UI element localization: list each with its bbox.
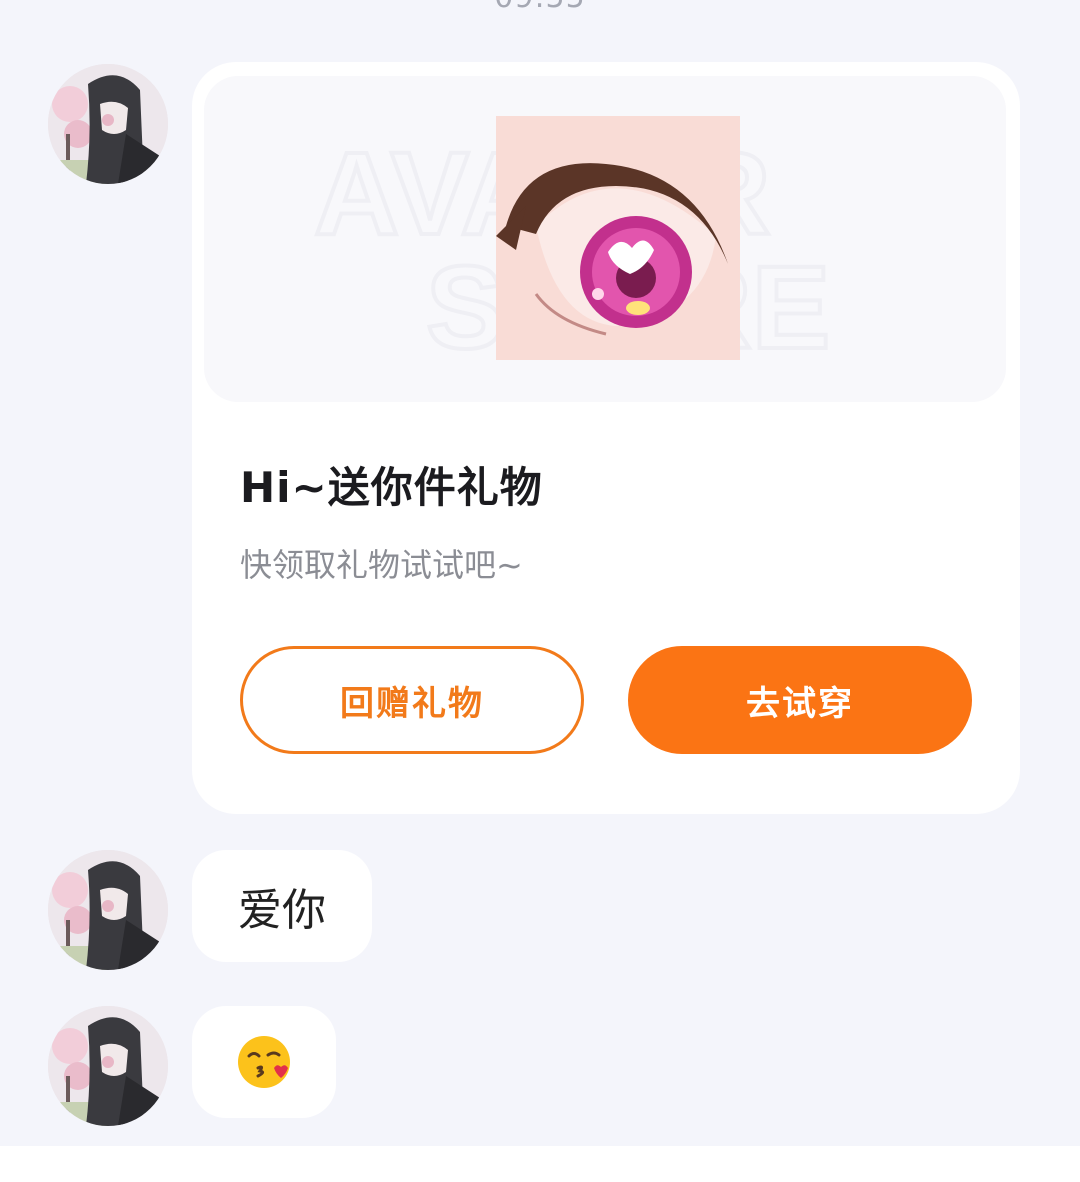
avatar[interactable] — [48, 1006, 168, 1126]
return-gift-button[interactable]: 回赠礼物 — [240, 646, 584, 754]
gift-title: Hi~送你件礼物 — [240, 463, 543, 512]
eye-item-image — [496, 116, 740, 360]
message-text: 爱你 — [238, 885, 326, 936]
avatar[interactable] — [48, 850, 168, 970]
avatar-image — [48, 1006, 168, 1126]
text-message-bubble[interactable]: 爱你 — [192, 850, 372, 962]
bottom-bar — [0, 1146, 1080, 1182]
try-on-button[interactable]: 去试穿 — [628, 646, 972, 754]
avatar[interactable] — [48, 64, 168, 184]
gift-subtitle: 快领取礼物试试吧~ — [240, 546, 523, 584]
gift-preview: AVATAR STORE — [204, 76, 1006, 402]
avatar-image — [48, 850, 168, 970]
message-timestamp: 09:55 — [0, 0, 1080, 15]
gift-message-card[interactable]: AVATAR STORE Hi~送你件礼物 快领取礼物试试吧~ 回赠礼物 去试穿 — [192, 62, 1020, 814]
kissing-face-with-heart-icon — [238, 1036, 290, 1088]
avatar-image — [48, 64, 168, 184]
emoji-message-bubble[interactable] — [192, 1006, 336, 1118]
